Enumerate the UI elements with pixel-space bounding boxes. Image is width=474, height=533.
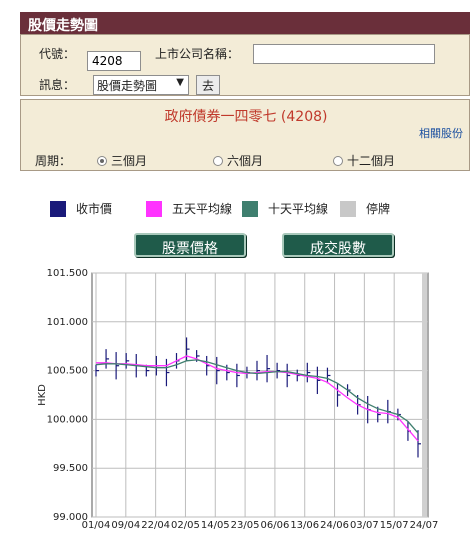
x-tick-label: 14/05 [201, 520, 230, 531]
related-stocks-link[interactable]: 相關股份 [419, 125, 463, 141]
legend-item: 收市價 [50, 200, 112, 217]
x-tick-label: 06/06 [260, 520, 289, 531]
legend-label: 五天平均線 [172, 202, 233, 216]
x-tick-label: 24/07 [410, 520, 439, 531]
suspension-band [422, 273, 427, 517]
y-tick-label: 100.500 [47, 366, 88, 377]
legend-item: 十天平均線 [242, 200, 328, 217]
legend-swatch [340, 201, 356, 217]
stock-price-button[interactable]: 股票價格 [134, 233, 246, 257]
code-label: 代號： [39, 47, 76, 61]
info-select[interactable]: 股價走勢圖 ▼ [93, 75, 189, 95]
legend-item: 五天平均線 [146, 200, 232, 217]
x-tick-label: 01/04 [82, 520, 111, 531]
price-chart: 101.500101.000100.500100.00099.50099.000… [37, 268, 439, 531]
page-title: 股價走勢圖 [20, 12, 470, 34]
radio-icon [333, 156, 343, 166]
legend-swatch [50, 201, 66, 217]
period-6m-label: 六個月 [227, 154, 264, 168]
period-radio-6m[interactable]: 六個月 [213, 152, 263, 169]
legend-label: 停牌 [366, 202, 391, 216]
stock-info-panel: 政府債券一四零七 (4208) 相關股份 周期： 三個月 六個月 十二個月 [20, 99, 470, 171]
trading-volume-button[interactable]: 成交股數 [282, 233, 394, 257]
go-button[interactable]: 去 [196, 75, 220, 95]
period-radio-12m[interactable]: 十二個月 [333, 152, 395, 169]
legend-label: 收市價 [76, 202, 113, 216]
x-tick-label: 02/05 [171, 520, 200, 531]
stock-title: 政府債券一四零七 (4208) [164, 109, 328, 125]
y-tick-label: 101.500 [47, 268, 88, 279]
x-tick-label: 24/06 [320, 520, 349, 531]
period-label: 周期： [35, 154, 72, 168]
plot-area [91, 272, 429, 518]
chevron-down-icon: ▼ [176, 77, 184, 88]
y-tick-label: 99.500 [53, 463, 88, 474]
info-select-value: 股價走勢圖 [97, 79, 158, 93]
y-tick-label: 101.000 [47, 317, 88, 328]
company-name-input[interactable] [253, 44, 435, 64]
period-3m-label: 三個月 [111, 154, 148, 168]
period-radio-3m[interactable]: 三個月 [97, 152, 147, 169]
search-form: 代號： 上市公司名稱： 訊息： 股價走勢圖 ▼ 去 [20, 34, 470, 96]
radio-selected-icon [97, 156, 107, 166]
y-tick-label: 100.000 [47, 414, 88, 425]
legend-item: 停牌 [340, 200, 390, 217]
info-label: 訊息： [39, 78, 76, 92]
x-tick-label: 15/07 [380, 520, 409, 531]
x-tick-label: 22/04 [141, 520, 170, 531]
chart-legend: 收市價 五天平均線 十天平均線 停牌 [0, 200, 474, 220]
x-tick-label: 23/05 [231, 520, 260, 531]
radio-icon [213, 156, 223, 166]
x-tick-label: 13/06 [290, 520, 319, 531]
legend-swatch [146, 201, 162, 217]
company-label: 上市公司名稱： [155, 47, 240, 61]
legend-swatch [242, 201, 258, 217]
period-12m-label: 十二個月 [347, 154, 396, 168]
legend-label: 十天平均線 [268, 202, 329, 216]
code-input[interactable] [87, 51, 141, 71]
x-tick-label: 09/04 [111, 520, 140, 531]
x-tick-label: 03/07 [350, 520, 379, 531]
y-axis-label: HKD [37, 384, 48, 406]
